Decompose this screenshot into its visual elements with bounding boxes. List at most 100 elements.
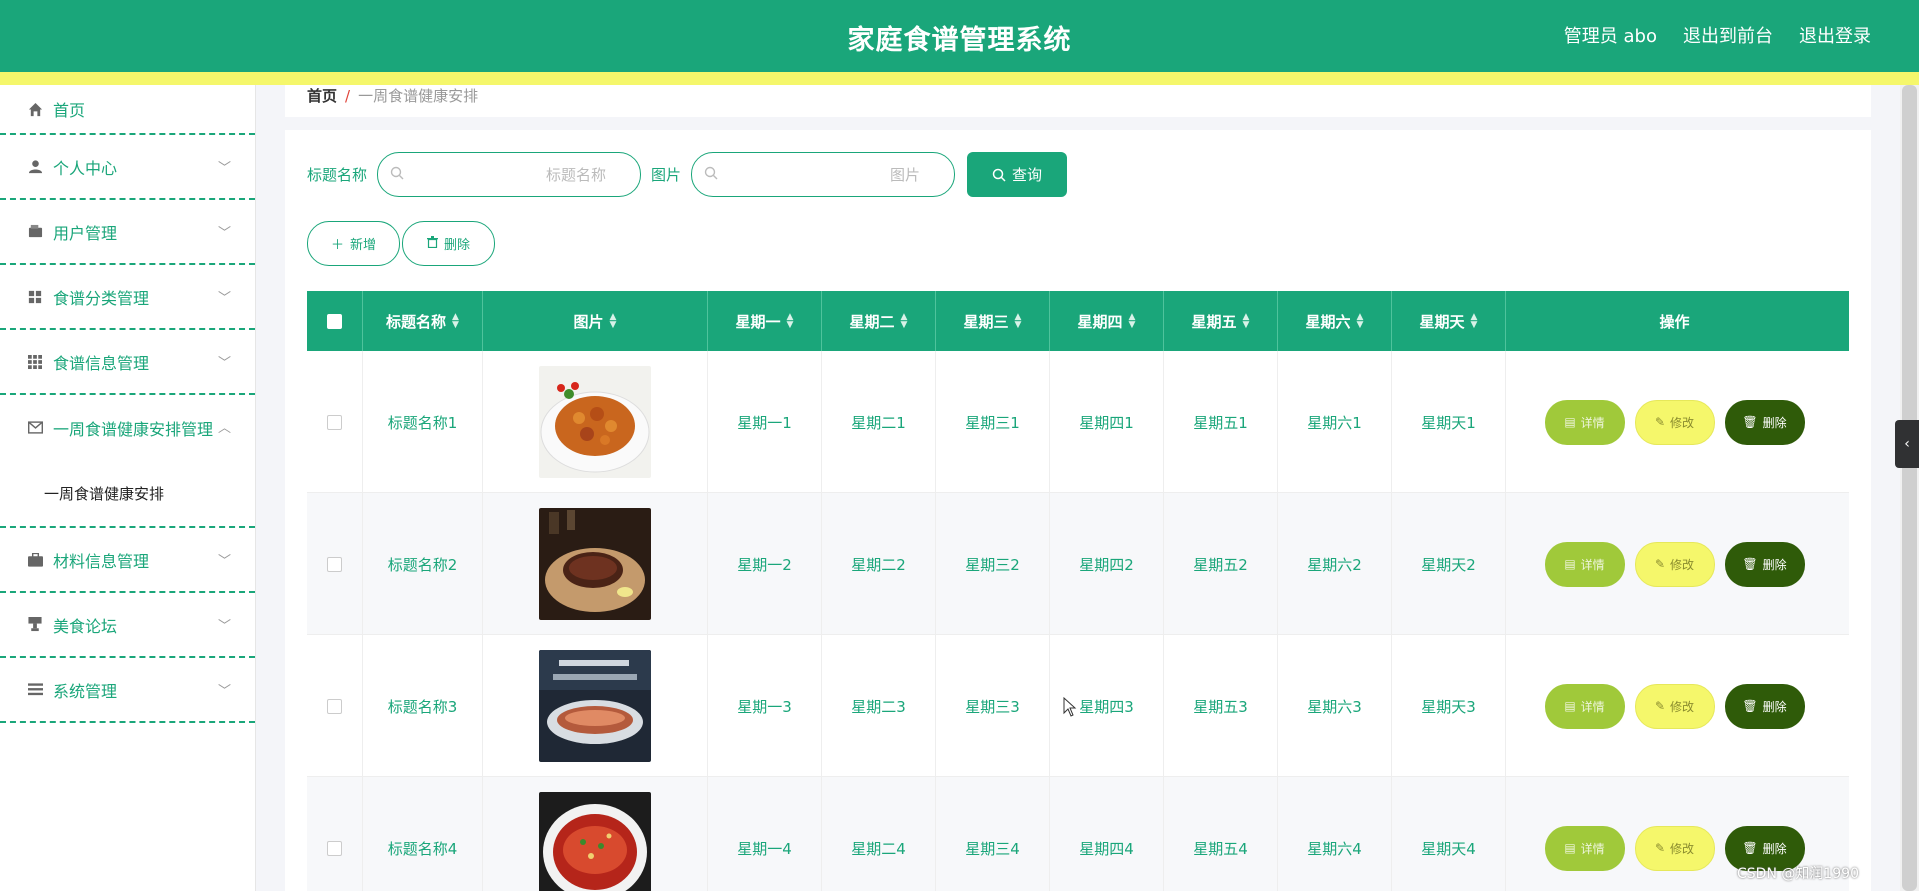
collapse-panel-handle[interactable]: ‹ bbox=[1895, 420, 1919, 468]
scrollbar-thumb[interactable] bbox=[1902, 85, 1917, 891]
header-label: 标题名称 bbox=[386, 312, 447, 331]
breadcrumb-current: 一周食谱健康安排 bbox=[358, 87, 479, 105]
select-all-checkbox[interactable] bbox=[327, 313, 342, 329]
row-checkbox[interactable] bbox=[327, 840, 342, 856]
sunday-cell: 星期天3 bbox=[1392, 635, 1506, 777]
header-friday[interactable]: 星期五 ▲ ▼ bbox=[1164, 291, 1278, 351]
add-button[interactable]: ＋ 新增 bbox=[307, 221, 400, 266]
image-cell bbox=[483, 635, 708, 777]
delete-button[interactable]: 🗑 删除 bbox=[1724, 399, 1805, 445]
header-saturday[interactable]: 星期六 ▲ ▼ bbox=[1278, 291, 1392, 351]
recipe-thumbnail[interactable] bbox=[539, 508, 651, 620]
recipe-thumbnail[interactable] bbox=[539, 792, 651, 891]
logout-link[interactable]: 退出登录 bbox=[1799, 22, 1871, 48]
header-thursday[interactable]: 星期四 ▲ ▼ bbox=[1050, 291, 1164, 351]
title-search-input[interactable] bbox=[378, 153, 641, 196]
saturday-cell: 星期六1 bbox=[1278, 351, 1392, 493]
trash-icon: 🗑 bbox=[1742, 557, 1758, 571]
thursday-cell: 星期四4 bbox=[1050, 777, 1164, 891]
detail-button[interactable]: ▤ 详情 bbox=[1544, 825, 1625, 871]
header-tuesday[interactable]: 星期二 ▲ ▼ bbox=[822, 291, 936, 351]
header-wednesday[interactable]: 星期三 ▲ ▼ bbox=[936, 291, 1050, 351]
sunday-cell: 星期天4 bbox=[1392, 777, 1506, 891]
monday-cell: 星期一4 bbox=[708, 777, 822, 891]
batch-delete-button[interactable]: 删除 bbox=[402, 221, 495, 266]
briefcase-icon bbox=[27, 552, 43, 568]
sidebar-item-label: 用户管理 bbox=[53, 223, 118, 243]
data-table: 标题名称 ▲ ▼ 图片 ▲ ▼ 星期一 ▲ ▼ 星期二 ▲ ▼ 星期三 ▲ ▼ 星期四 ▲ ▼ 星期五 ▲… bbox=[307, 291, 1849, 891]
sidebar-item-material-info[interactable]: 材料信息管理 ﹀ bbox=[0, 528, 255, 593]
edit-label: 修改 bbox=[1670, 841, 1695, 856]
detail-label: 详情 bbox=[1580, 699, 1605, 714]
row-actions: ▤ 详情 ✎ 修改 🗑 删除 bbox=[1544, 399, 1805, 445]
row-checkbox[interactable] bbox=[327, 414, 342, 430]
sidebar-item-recipe-category[interactable]: 食谱分类管理 ﹀ bbox=[0, 265, 255, 330]
recipe-thumbnail[interactable] bbox=[539, 650, 651, 762]
sidebar-item-recipe-info[interactable]: 食谱信息管理 ﹀ bbox=[0, 330, 255, 395]
sunday-cell: 星期天2 bbox=[1392, 493, 1506, 635]
sidebar-item-food-forum[interactable]: 美食论坛 ﹀ bbox=[0, 593, 255, 658]
header-operations: 操作 bbox=[1506, 291, 1843, 351]
exit-to-frontend-link[interactable]: 退出到前台 bbox=[1683, 22, 1773, 48]
delete-button[interactable]: 🗑 删除 bbox=[1724, 541, 1805, 587]
sidebar-item-user-management[interactable]: 用户管理 ﹀ bbox=[0, 200, 255, 265]
edit-icon: ✎ bbox=[1654, 841, 1666, 855]
thursday-cell: 星期四2 bbox=[1050, 493, 1164, 635]
delete-button[interactable]: 🗑 删除 bbox=[1724, 683, 1805, 729]
delete-button-label: 删除 bbox=[443, 238, 470, 253]
header-label: 图片 bbox=[573, 312, 604, 331]
breadcrumb-separator: / bbox=[345, 87, 351, 105]
monday-cell: 星期一2 bbox=[708, 493, 822, 635]
header-sunday[interactable]: 星期天 ▲ ▼ bbox=[1392, 291, 1506, 351]
breadcrumb-home[interactable]: 首页 bbox=[307, 87, 337, 105]
header-image[interactable]: 图片 ▲ ▼ bbox=[483, 291, 708, 351]
header-monday[interactable]: 星期一 ▲ ▼ bbox=[708, 291, 822, 351]
recipe-thumbnail[interactable] bbox=[539, 366, 651, 478]
sidebar-item-label: 美食论坛 bbox=[53, 616, 118, 636]
sidebar-item-home[interactable]: 首页 bbox=[0, 85, 255, 135]
detail-button[interactable]: ▤ 详情 bbox=[1544, 541, 1625, 587]
admin-user-link[interactable]: 管理员 abo bbox=[1564, 22, 1657, 48]
header-stripe bbox=[0, 72, 1919, 85]
sunday-cell: 星期天1 bbox=[1392, 351, 1506, 493]
header-title[interactable]: 标题名称 ▲ ▼ bbox=[363, 291, 483, 351]
row-checkbox[interactable] bbox=[327, 556, 342, 572]
header-label: 星期三 bbox=[963, 312, 1009, 331]
main-content: 标题名称 图片 查询 ＋ 新增 bbox=[285, 130, 1871, 891]
sort-icon: ▲ ▼ bbox=[452, 312, 459, 330]
image-search-input[interactable] bbox=[692, 153, 955, 196]
sidebar-item-weekly-recipe-management[interactable]: 一周食谱健康安排管理 ︿ bbox=[0, 395, 255, 460]
friday-cell: 星期五3 bbox=[1164, 635, 1278, 777]
page-scrollbar[interactable] bbox=[1900, 85, 1919, 891]
row-checkbox[interactable] bbox=[327, 698, 342, 714]
trash-icon: 🗑 bbox=[1742, 699, 1758, 713]
delete-label: 删除 bbox=[1762, 557, 1787, 572]
add-button-label: 新增 bbox=[350, 238, 377, 253]
sidebar-item-system-management[interactable]: 系统管理 ﹀ bbox=[0, 658, 255, 723]
edit-icon: ✎ bbox=[1654, 415, 1666, 429]
edit-button[interactable]: ✎ 修改 bbox=[1634, 825, 1715, 871]
chevron-up-icon: ︿ bbox=[217, 421, 231, 436]
query-button[interactable]: 查询 bbox=[967, 152, 1068, 197]
edit-button[interactable]: ✎ 修改 bbox=[1634, 399, 1715, 445]
document-icon: ▤ bbox=[1564, 557, 1576, 571]
sidebar-subitem-weekly-recipe[interactable]: 一周食谱健康安排 bbox=[0, 460, 255, 528]
detail-button[interactable]: ▤ 详情 bbox=[1544, 683, 1625, 729]
chevron-down-icon: ﹀ bbox=[217, 684, 231, 699]
trash-icon: 🗑 bbox=[1742, 841, 1758, 855]
tuesday-cell: 星期二4 bbox=[822, 777, 936, 891]
edit-button[interactable]: ✎ 修改 bbox=[1634, 541, 1715, 587]
wednesday-cell: 星期三4 bbox=[936, 777, 1050, 891]
action-row: ＋ 新增 删除 bbox=[307, 221, 495, 266]
detail-button[interactable]: ▤ 详情 bbox=[1544, 399, 1625, 445]
header-label: 操作 bbox=[1659, 312, 1690, 331]
document-icon: ▤ bbox=[1564, 415, 1576, 429]
wallet-icon bbox=[27, 224, 43, 240]
sidebar-item-label: 个人中心 bbox=[53, 158, 118, 178]
header-label: 星期一 bbox=[735, 312, 781, 331]
friday-cell: 星期五4 bbox=[1164, 777, 1278, 891]
image-cell bbox=[483, 351, 708, 493]
sidebar-item-personal-center[interactable]: 个人中心 ﹀ bbox=[0, 135, 255, 200]
top-bar: 家庭食谱管理系统 管理员 abo 退出到前台 退出登录 bbox=[0, 0, 1919, 72]
edit-button[interactable]: ✎ 修改 bbox=[1634, 683, 1715, 729]
